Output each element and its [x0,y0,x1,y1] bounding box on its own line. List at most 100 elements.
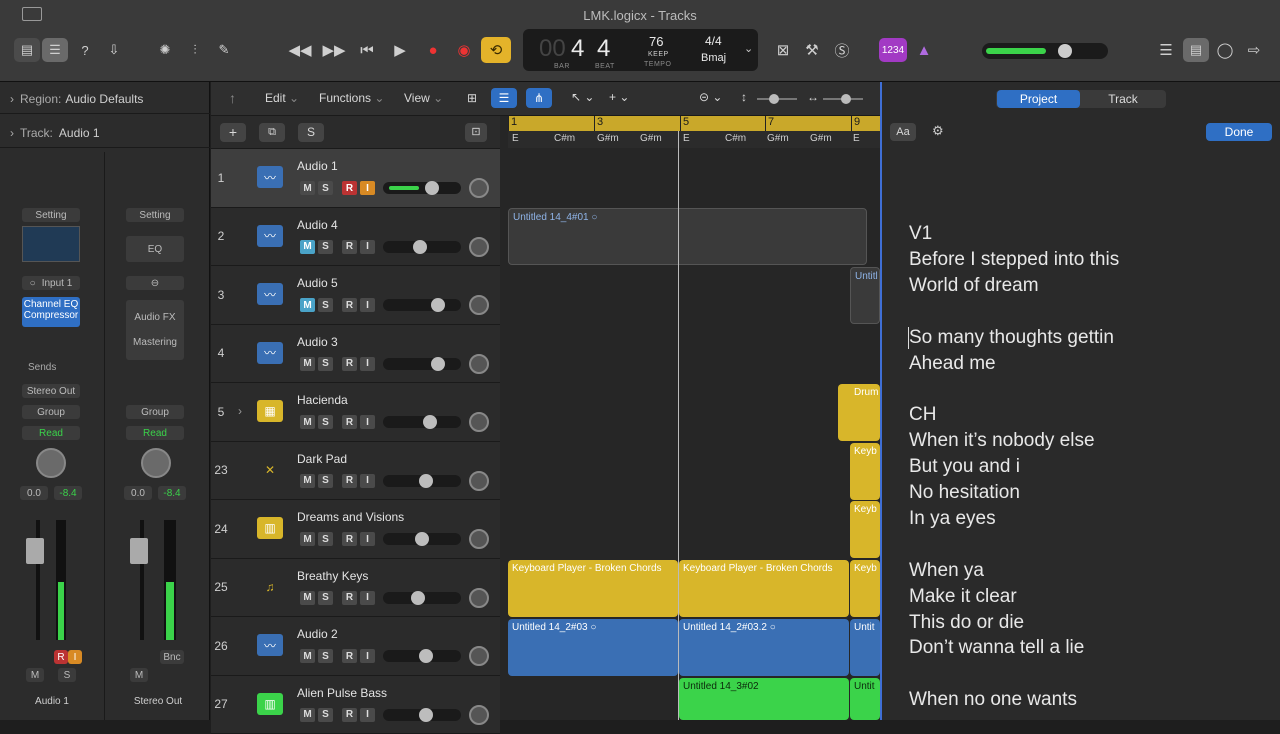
snap-icon[interactable]: ⊝ ⌄ [699,90,722,104]
toolbar-icon[interactable]: ⇩ [101,38,127,62]
volume-readout[interactable]: 0.0 [124,486,152,500]
audio-region[interactable]: Untitled 14_2#03.2 ○ [679,619,849,676]
track-name[interactable]: Audio 1 [297,159,338,173]
track-volume-slider[interactable] [383,358,461,370]
audio-region[interactable]: Untit [850,619,880,676]
midi-region[interactable]: Keyb [850,560,880,617]
volume-knob[interactable] [431,298,445,312]
mute-button[interactable]: M [130,668,148,682]
input-monitor-button[interactable]: I [360,591,375,605]
done-button[interactable]: Done [1206,123,1272,141]
mute-button[interactable]: M [300,649,315,663]
grid-view-icon[interactable]: ⊞ [467,91,477,105]
browsers-icon[interactable]: ⇨ [1243,40,1265,60]
volume-fader[interactable] [130,538,148,564]
pan-knob[interactable] [469,295,489,315]
track-volume-slider[interactable] [383,650,461,662]
input-monitor-button[interactable]: I [68,650,82,664]
record-enable-button[interactable]: R [342,532,357,546]
midi-region[interactable]: Keyboard Player - Broken Chords [679,560,849,617]
track-volume-slider[interactable] [383,709,461,721]
track-name[interactable]: Audio 4 [297,218,338,232]
pan-knob[interactable] [36,448,66,478]
input-monitor-button[interactable]: I [360,181,375,195]
midi-region[interactable]: Keyb [850,443,880,500]
track-volume-slider[interactable] [383,533,461,545]
editors-icon[interactable]: ✎ [211,38,237,62]
fast-forward-icon[interactable]: ▶▶ [323,40,345,60]
waveform-icon[interactable]: 〰 [257,225,283,247]
input-monitor-button[interactable]: I [360,474,375,488]
input-monitor-button[interactable]: I [360,532,375,546]
cycle-button[interactable]: ⟲ [481,37,511,63]
global-solo-button[interactable]: S [298,123,324,142]
mute-button[interactable]: M [300,240,315,254]
pan-knob[interactable] [141,448,171,478]
track-inspector-row[interactable]: › Track: Audio 1 [0,118,210,148]
track-name[interactable]: Alien Pulse Bass [297,686,387,700]
record-enable-button[interactable]: R [342,298,357,312]
solo-button[interactable]: S [318,708,333,722]
record-icon[interactable]: ● [422,40,444,60]
audio-region[interactable]: Untitled 14_2#03 ○ [508,619,678,676]
view-menu[interactable]: View ⌄ [404,91,443,105]
capture-record-icon[interactable]: ◉ [453,40,475,60]
plugin-slots[interactable]: Channel EQ Compressor [22,297,80,327]
pan-knob[interactable] [469,178,489,198]
chevron-right-icon[interactable]: › [238,404,242,418]
drum-machine-icon[interactable]: ▦ [257,400,283,422]
drummer-region[interactable]: Drum [838,384,880,441]
link-icon[interactable]: ⊖ [126,276,184,290]
tab-project[interactable]: Project [997,90,1080,108]
group-button[interactable]: Group [22,405,80,419]
midi-region[interactable]: Keyb [850,501,880,558]
midi-region[interactable]: Keyboard Player - Broken Chords [508,560,678,617]
list-view-icon[interactable]: ☰ [491,88,517,108]
volume-knob[interactable] [425,181,439,195]
master-volume-knob[interactable] [1058,44,1072,58]
solo-button[interactable]: S [318,474,333,488]
track-row[interactable]: 27▥Alien Pulse BassMSRI [211,676,500,734]
record-enable-button[interactable]: R [342,240,357,254]
duplicate-track-icon[interactable]: ⧉ [259,123,285,142]
library-button[interactable]: ▤ [14,38,40,62]
output-button[interactable]: Stereo Out [22,384,80,398]
list-editors-icon[interactable]: ☰ [1155,40,1177,60]
track-name[interactable]: Audio 2 [297,627,338,641]
record-enable-button[interactable]: R [342,415,357,429]
keyboard-icon[interactable]: ▥ [257,517,283,539]
mute-button[interactable]: M [26,668,44,682]
track-volume-slider[interactable] [383,416,461,428]
record-enable-button[interactable]: R [342,357,357,371]
waveform-icon[interactable]: 〰 [257,634,283,656]
setting-button[interactable]: Setting [22,208,80,222]
track-row[interactable]: 2〰Audio 4MSRI [211,208,500,267]
input-monitor-button[interactable]: I [360,415,375,429]
add-track-button[interactable]: + [220,123,246,142]
keyboard-stand-icon[interactable]: ✕ [257,459,283,481]
audio-region[interactable]: Untitl [850,267,880,324]
input-monitor-button[interactable]: I [360,649,375,663]
record-enable-button[interactable]: R [342,591,357,605]
mastering-slot[interactable]: Mastering [133,337,177,348]
solo-button[interactable]: S [58,668,76,682]
lcd-chevron-down-icon[interactable]: ⌄ [744,42,753,55]
pan-knob[interactable] [469,354,489,374]
eq-thumbnail[interactable] [22,226,80,262]
notepad-button[interactable]: ▤ [1183,38,1209,62]
record-enable-button[interactable]: R [54,650,68,664]
automation-mode-button[interactable]: Read [22,426,80,440]
ruler[interactable]: 1 3 5 7 9 E C#m G#m G#m E C#m G#m G#m E [508,116,880,148]
track-volume-slider[interactable] [383,182,461,194]
pan-knob[interactable] [469,705,489,725]
master-volume-slider[interactable] [982,43,1108,59]
plugin-compressor[interactable]: Compressor [22,310,80,321]
volume-fader[interactable] [26,538,44,564]
setting-button[interactable]: Setting [126,208,184,222]
smart-controls-icon[interactable]: ✺ [152,38,178,62]
pan-knob[interactable] [469,646,489,666]
catch-icon[interactable]: ⋔ [526,88,552,108]
solo-button[interactable]: S [318,591,333,605]
track-row[interactable]: 3〰Audio 5MSRI [211,266,500,325]
volume-knob[interactable] [415,532,429,546]
